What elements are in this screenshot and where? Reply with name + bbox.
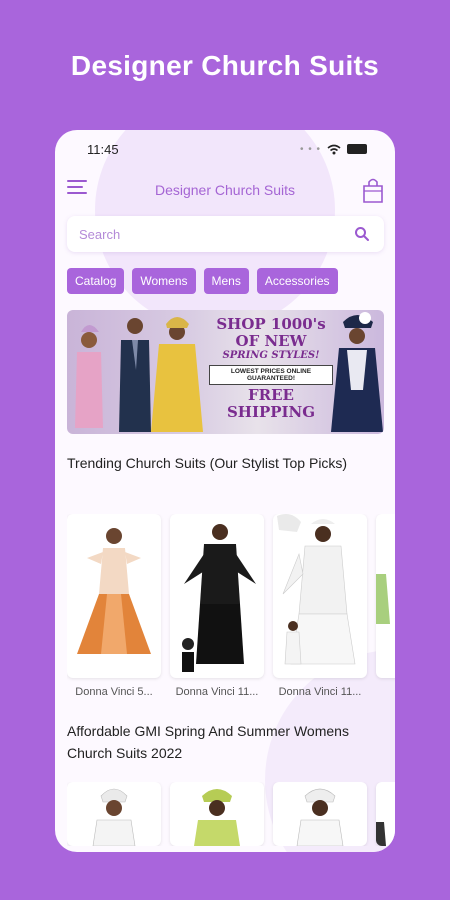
chip-womens[interactable]: Womens xyxy=(132,268,196,294)
search-bar xyxy=(67,216,384,252)
product-image xyxy=(67,514,161,678)
product-name: Donna Vinci 11... xyxy=(278,686,362,698)
banner-stamp: LOWEST PRICES ONLINE GUARANTEED! xyxy=(209,365,333,385)
product-card[interactable] xyxy=(67,782,161,846)
product-name: Do xyxy=(376,686,395,698)
app-title: Designer Church Suits xyxy=(154,182,296,198)
product-image xyxy=(273,514,367,678)
shopping-bag-icon[interactable] xyxy=(361,176,385,204)
chip-accessories[interactable]: Accessories xyxy=(256,268,338,294)
product-image xyxy=(376,782,395,846)
wifi-icon xyxy=(327,144,341,154)
product-image xyxy=(170,514,264,678)
notification-dots-icon: • • • xyxy=(299,143,321,155)
chip-mens[interactable]: Mens xyxy=(203,268,249,294)
product-image xyxy=(273,782,367,846)
section-title-affordable-gmi: Affordable GMI Spring And Summer Womens … xyxy=(67,723,349,761)
product-carousel-gmi[interactable] xyxy=(67,782,395,846)
product-card[interactable] xyxy=(376,782,395,846)
product-name: Donna Vinci 11... xyxy=(175,686,259,698)
product-name: Donna Vinci 5... xyxy=(75,686,153,698)
chip-catalog[interactable]: Catalog xyxy=(67,268,125,294)
status-time: 11:45 xyxy=(87,141,119,157)
banner-subheadline: SPRING STYLES! xyxy=(222,350,320,361)
product-card[interactable]: Donna Vinci 5... xyxy=(67,514,161,698)
product-card[interactable] xyxy=(273,782,367,846)
battery-icon xyxy=(347,144,367,154)
product-card[interactable] xyxy=(170,782,264,846)
phone-screen: 11:45 • • • Designer Church Suits Search… xyxy=(55,130,395,852)
search-icon[interactable] xyxy=(354,226,370,242)
section-title-trending: Trending Church Suits (Our Stylist Top P… xyxy=(67,455,348,471)
app-bar: Designer Church Suits xyxy=(55,172,395,208)
banner-free-shipping: FREE SHIPPING xyxy=(226,386,316,421)
product-image xyxy=(170,782,264,846)
category-chips: Catalog Womens Mens Accessories xyxy=(67,268,387,294)
search-input[interactable] xyxy=(79,226,309,242)
promo-banner[interactable]: SHOP 1000's OF NEW SPRING STYLES! LOWEST… xyxy=(67,310,384,434)
banner-headline: SHOP 1000's xyxy=(216,315,326,333)
product-carousel-trending[interactable]: Donna Vinci 5... Donna Vinci 11... Donna… xyxy=(67,514,395,698)
product-image xyxy=(376,514,395,678)
promo-title: Designer Church Suits xyxy=(70,50,380,81)
status-bar: 11:45 • • • xyxy=(55,130,395,168)
status-icons: • • • xyxy=(300,144,367,155)
menu-icon[interactable] xyxy=(67,180,87,196)
banner-text: SHOP 1000's OF NEW SPRING STYLES! LOWEST… xyxy=(209,316,333,421)
product-card[interactable]: Do xyxy=(376,514,395,698)
banner-headline-2: OF NEW xyxy=(235,332,307,350)
product-image xyxy=(67,782,161,846)
product-card[interactable]: Donna Vinci 11... xyxy=(170,514,264,698)
product-card[interactable]: Donna Vinci 11... xyxy=(273,514,367,698)
